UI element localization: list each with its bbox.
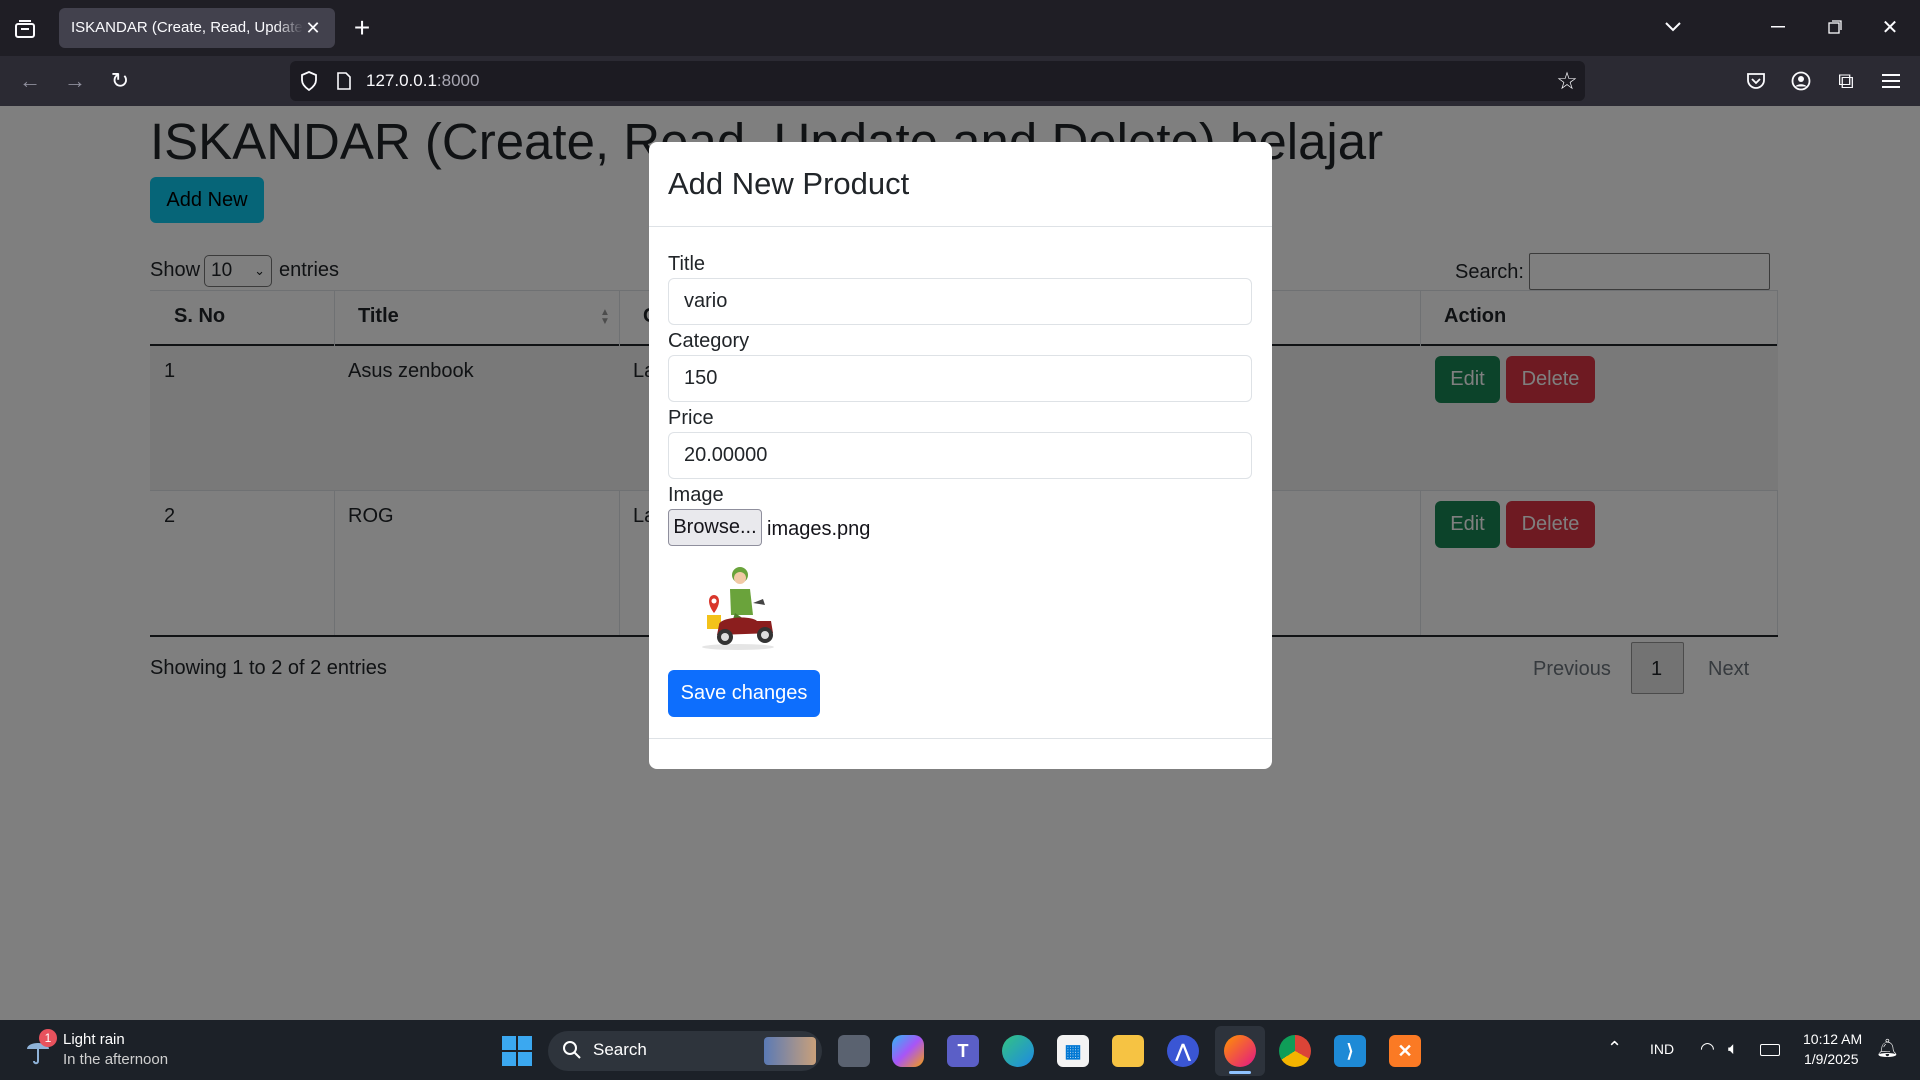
wifi-icon[interactable]: ◠ bbox=[1700, 1039, 1715, 1059]
clock-date[interactable]: 1/9/2025 bbox=[1804, 1051, 1859, 1067]
modal-title: Add New Product bbox=[668, 166, 910, 201]
clock-time[interactable]: 10:12 AM bbox=[1803, 1031, 1862, 1047]
save-changes-button[interactable]: Save changes bbox=[668, 670, 820, 717]
file-name: images.png bbox=[767, 518, 871, 540]
new-tab-icon[interactable]: + bbox=[349, 12, 375, 43]
image-label: Image bbox=[668, 484, 724, 506]
xampp-icon[interactable]: ✕ bbox=[1389, 1035, 1421, 1067]
edge-icon[interactable] bbox=[1002, 1035, 1034, 1067]
image-preview bbox=[695, 563, 781, 651]
category-input[interactable]: 150 bbox=[668, 355, 1252, 402]
task-view-icon[interactable] bbox=[838, 1035, 870, 1067]
reload-icon[interactable]: ↻ bbox=[106, 68, 134, 94]
account-icon[interactable] bbox=[1787, 67, 1815, 95]
language-indicator[interactable]: IND bbox=[1650, 1041, 1674, 1057]
extensions-icon[interactable]: ⧉ bbox=[1832, 67, 1860, 95]
weather-subtitle[interactable]: In the afternoon bbox=[63, 1051, 168, 1068]
close-tab-icon[interactable]: ✕ bbox=[302, 17, 324, 39]
browse-button[interactable]: Browse... bbox=[668, 509, 762, 546]
battery-icon[interactable] bbox=[1760, 1044, 1780, 1056]
modal-footer-divider bbox=[649, 738, 1272, 739]
title-label: Title bbox=[668, 253, 706, 275]
title-input[interactable]: vario bbox=[668, 278, 1252, 325]
chrome-icon[interactable] bbox=[1279, 1035, 1311, 1067]
file-explorer-icon[interactable] bbox=[1112, 1035, 1144, 1067]
shield-icon[interactable] bbox=[296, 68, 322, 94]
search-icon bbox=[562, 1040, 582, 1060]
price-label: Price bbox=[668, 407, 714, 429]
page-info-icon[interactable] bbox=[332, 68, 356, 94]
menu-icon[interactable] bbox=[1877, 67, 1905, 95]
chevron-down-icon[interactable] bbox=[1660, 14, 1686, 40]
tab-list-icon[interactable] bbox=[12, 16, 38, 42]
volume-icon[interactable]: 🔈︎ bbox=[1728, 1039, 1738, 1059]
bookmark-star-icon[interactable]: ☆ bbox=[1553, 67, 1581, 95]
weather-badge: 1 bbox=[39, 1029, 57, 1047]
minimize-icon[interactable] bbox=[1765, 14, 1791, 40]
copilot-icon[interactable] bbox=[892, 1035, 924, 1067]
search-highlight-image bbox=[764, 1037, 816, 1065]
tab-title: ISKANDAR (Create, Read, Update and Delet… bbox=[71, 19, 303, 36]
notification-bell-icon[interactable]: 🔔︎ bbox=[1876, 1038, 1899, 1059]
app-icon[interactable]: ⋀ bbox=[1167, 1035, 1199, 1067]
restore-icon[interactable] bbox=[1822, 14, 1848, 40]
teams-icon[interactable]: T bbox=[947, 1035, 979, 1067]
close-window-icon[interactable]: ✕ bbox=[1877, 14, 1903, 40]
active-indicator bbox=[1229, 1071, 1251, 1074]
category-label: Category bbox=[668, 330, 750, 352]
weather-title[interactable]: Light rain bbox=[63, 1031, 125, 1048]
forward-icon[interactable]: → bbox=[61, 68, 89, 94]
pocket-icon[interactable] bbox=[1742, 67, 1770, 95]
windows-start-icon[interactable] bbox=[502, 1036, 532, 1066]
price-input[interactable]: 20.00000 bbox=[668, 432, 1252, 479]
back-icon[interactable]: ← bbox=[16, 68, 44, 94]
modal-header-divider bbox=[649, 226, 1272, 227]
url-bar[interactable] bbox=[290, 61, 1585, 101]
vscode-icon[interactable]: ⟩ bbox=[1334, 1035, 1366, 1067]
store-icon[interactable]: ▦ bbox=[1057, 1035, 1089, 1067]
chevron-up-icon[interactable]: ⌃ bbox=[1607, 1038, 1622, 1059]
browser-tab-active[interactable]: ISKANDAR (Create, Read, Update and Delet… bbox=[59, 8, 335, 48]
taskbar-search-label: Search bbox=[593, 1040, 647, 1059]
url-text[interactable]: 127.0.0.1:8000 bbox=[366, 71, 479, 91]
firefox-icon[interactable] bbox=[1224, 1035, 1256, 1067]
